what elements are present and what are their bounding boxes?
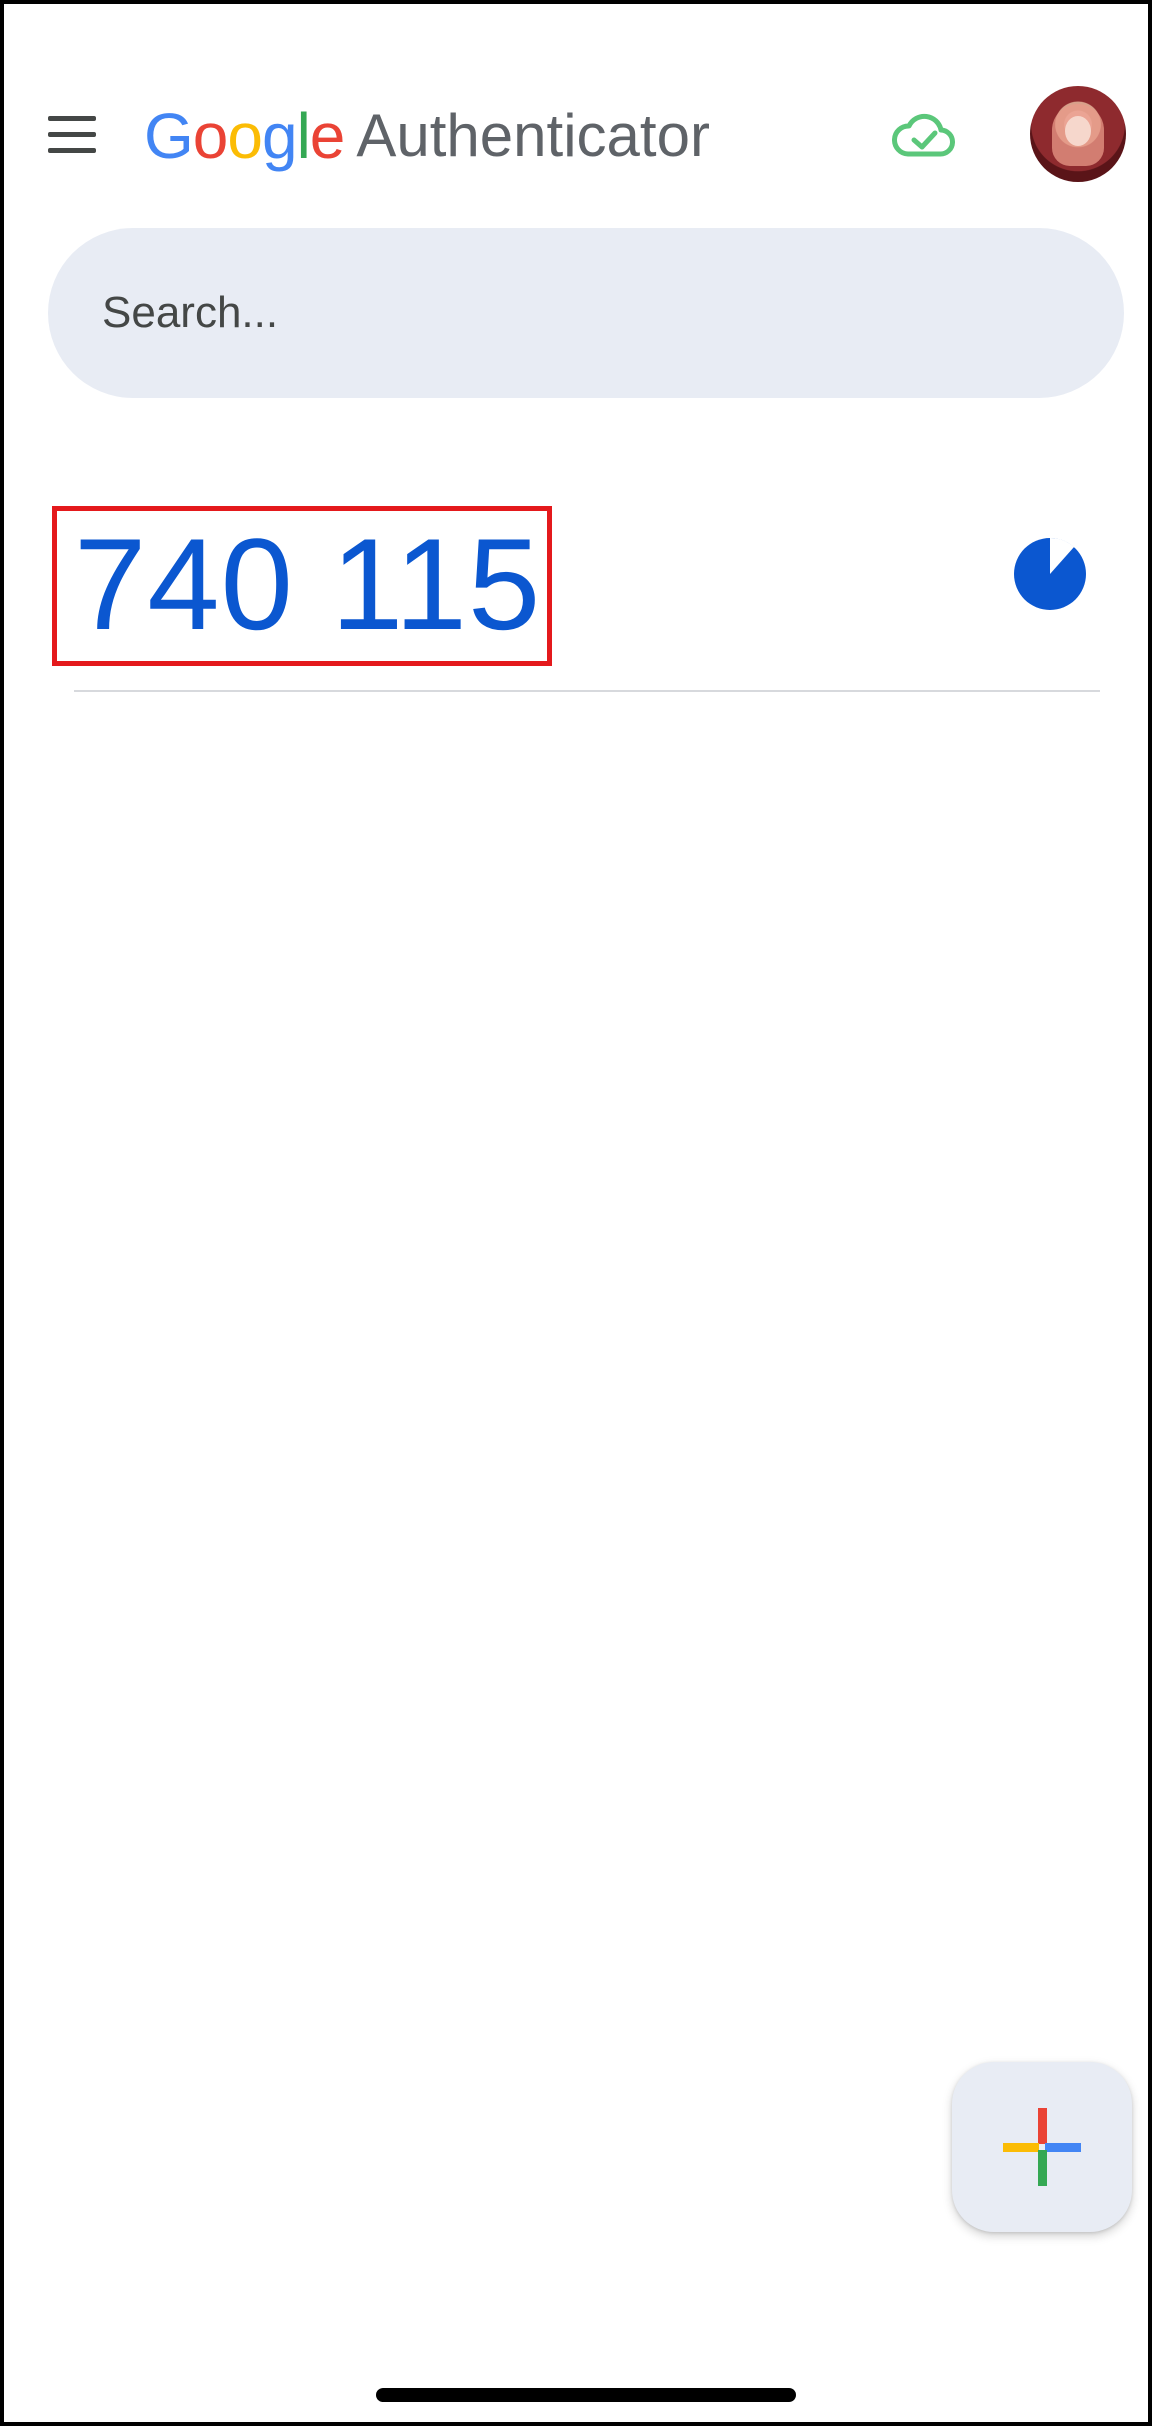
logo-letter-e: e	[309, 100, 346, 172]
avatar-face-shape	[1065, 116, 1091, 146]
logo-letter-g1: G	[144, 100, 194, 172]
list-divider	[74, 690, 1100, 692]
account-avatar[interactable]	[1030, 86, 1126, 182]
cloud-check-icon[interactable]	[892, 112, 956, 160]
add-code-button[interactable]	[952, 2062, 1132, 2232]
search-input[interactable]	[100, 287, 1054, 339]
countdown-timer-icon	[1014, 537, 1086, 610]
logo-letter-o2: o	[227, 100, 263, 172]
logo-letter-g2: g	[261, 100, 298, 172]
add-plus-icon	[1003, 2108, 1081, 2186]
logo-letter-o1: o	[192, 100, 229, 172]
app-screen: Google Authenticator 740 115	[4, 4, 1148, 2422]
search-bar[interactable]	[48, 228, 1124, 398]
hamburger-menu-icon[interactable]	[48, 116, 96, 154]
app-logo: Google Authenticator	[144, 96, 710, 176]
otp-code[interactable]: 740 115	[74, 514, 541, 654]
home-indicator[interactable]	[376, 2388, 796, 2402]
app-name: Authenticator	[356, 102, 710, 169]
logo-letter-l: l	[296, 100, 311, 172]
code-list-item[interactable]: 740 115	[48, 504, 1124, 694]
